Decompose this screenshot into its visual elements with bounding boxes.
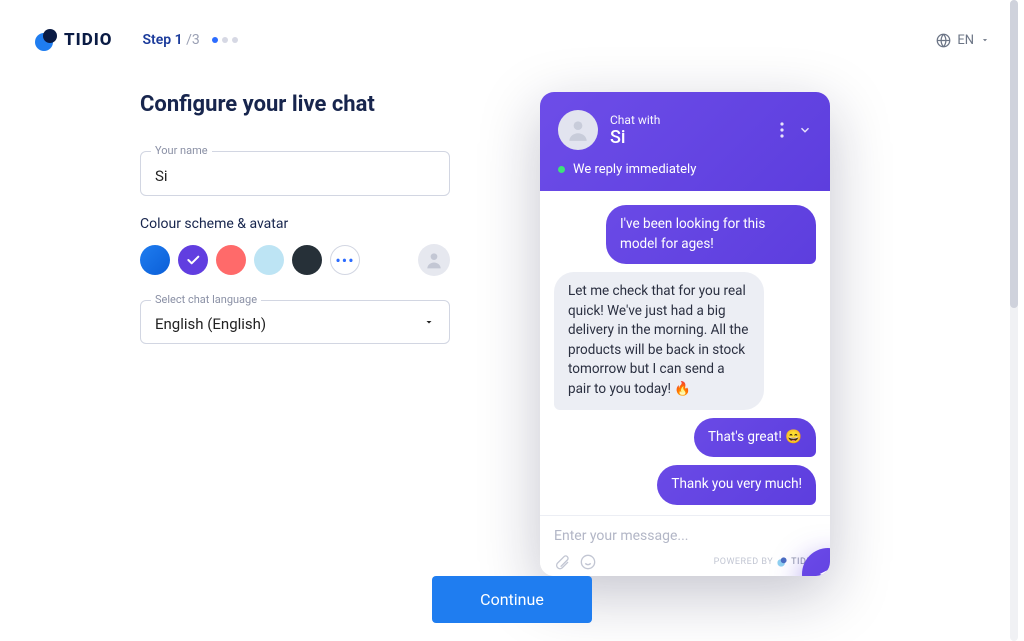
color-swatch-purple[interactable] [178,245,208,275]
message-agent: Let me check that for you real quick! We… [554,272,764,409]
chat-body: I've been looking for this model for age… [540,191,830,515]
step-current: Step 1 [143,32,183,48]
page-title: Configure your live chat [140,92,450,117]
chat-input-area: Enter your message... POWERED BY TIDIO [540,515,830,576]
chat-input[interactable]: Enter your message... [554,528,816,544]
progress-dot-1 [212,37,218,43]
message-user: Thank you very much! [657,465,816,505]
progress-dots [212,37,238,43]
avatar-upload[interactable] [418,244,450,276]
step-total: /3 [183,32,200,48]
logo: TIDIO [34,28,113,52]
color-swatch-charcoal[interactable] [292,245,322,275]
message-user: That's great! 😄 [694,418,816,458]
chat-operator-name: Si [610,127,660,148]
chevron-down-icon[interactable] [798,123,812,137]
chat-preview: Chat with Si We reply immediately I've [540,92,830,576]
person-icon [565,117,591,143]
scrollbar-thumb[interactable] [1010,0,1018,308]
language-code: EN [957,33,974,48]
chevron-down-icon [423,316,435,328]
progress-dot-3 [232,37,238,43]
color-swatch-row: ••• [140,244,450,276]
logo-icon [777,557,787,567]
language-selector[interactable]: EN [936,33,990,48]
chat-avatar [558,110,598,150]
language-select-label: Select chat language [151,293,261,306]
color-swatch-coral[interactable] [216,245,246,275]
config-form: Configure your live chat Your name Colou… [140,92,450,576]
name-field[interactable]: Your name [140,151,450,196]
color-swatch-blue[interactable] [140,245,170,275]
language-select-value: English (English) [155,315,435,333]
person-icon [424,250,444,270]
send-icon [817,563,830,576]
logo-icon [34,28,58,52]
step-indicator: Step 1 /3 [143,32,238,48]
chat-with-label: Chat with [610,113,660,127]
message-user: I've been looking for this model for age… [606,205,816,264]
reply-status: We reply immediately [558,162,812,177]
color-section-label: Colour scheme & avatar [140,216,450,232]
language-select[interactable]: Select chat language English (English) [140,300,450,344]
attachment-icon[interactable] [554,554,570,570]
chat-header: Chat with Si We reply immediately [540,92,830,191]
progress-dot-2 [222,37,228,43]
scrollbar-track[interactable] [1010,0,1018,641]
reply-text: We reply immediately [573,162,696,177]
name-input[interactable] [155,167,435,185]
powered-by: POWERED BY TIDIO [714,557,816,567]
chevron-down-icon [980,35,990,45]
logo-text: TIDIO [64,30,113,50]
emoji-icon[interactable] [580,554,596,570]
continue-button[interactable]: Continue [432,576,592,623]
online-dot-icon [558,166,565,173]
more-colors-button[interactable]: ••• [330,245,360,275]
top-bar: TIDIO Step 1 /3 EN [0,0,1024,52]
kebab-menu-icon[interactable] [780,122,784,138]
name-label: Your name [151,144,212,157]
globe-icon [936,33,951,48]
color-swatch-sky[interactable] [254,245,284,275]
check-icon [185,252,201,268]
